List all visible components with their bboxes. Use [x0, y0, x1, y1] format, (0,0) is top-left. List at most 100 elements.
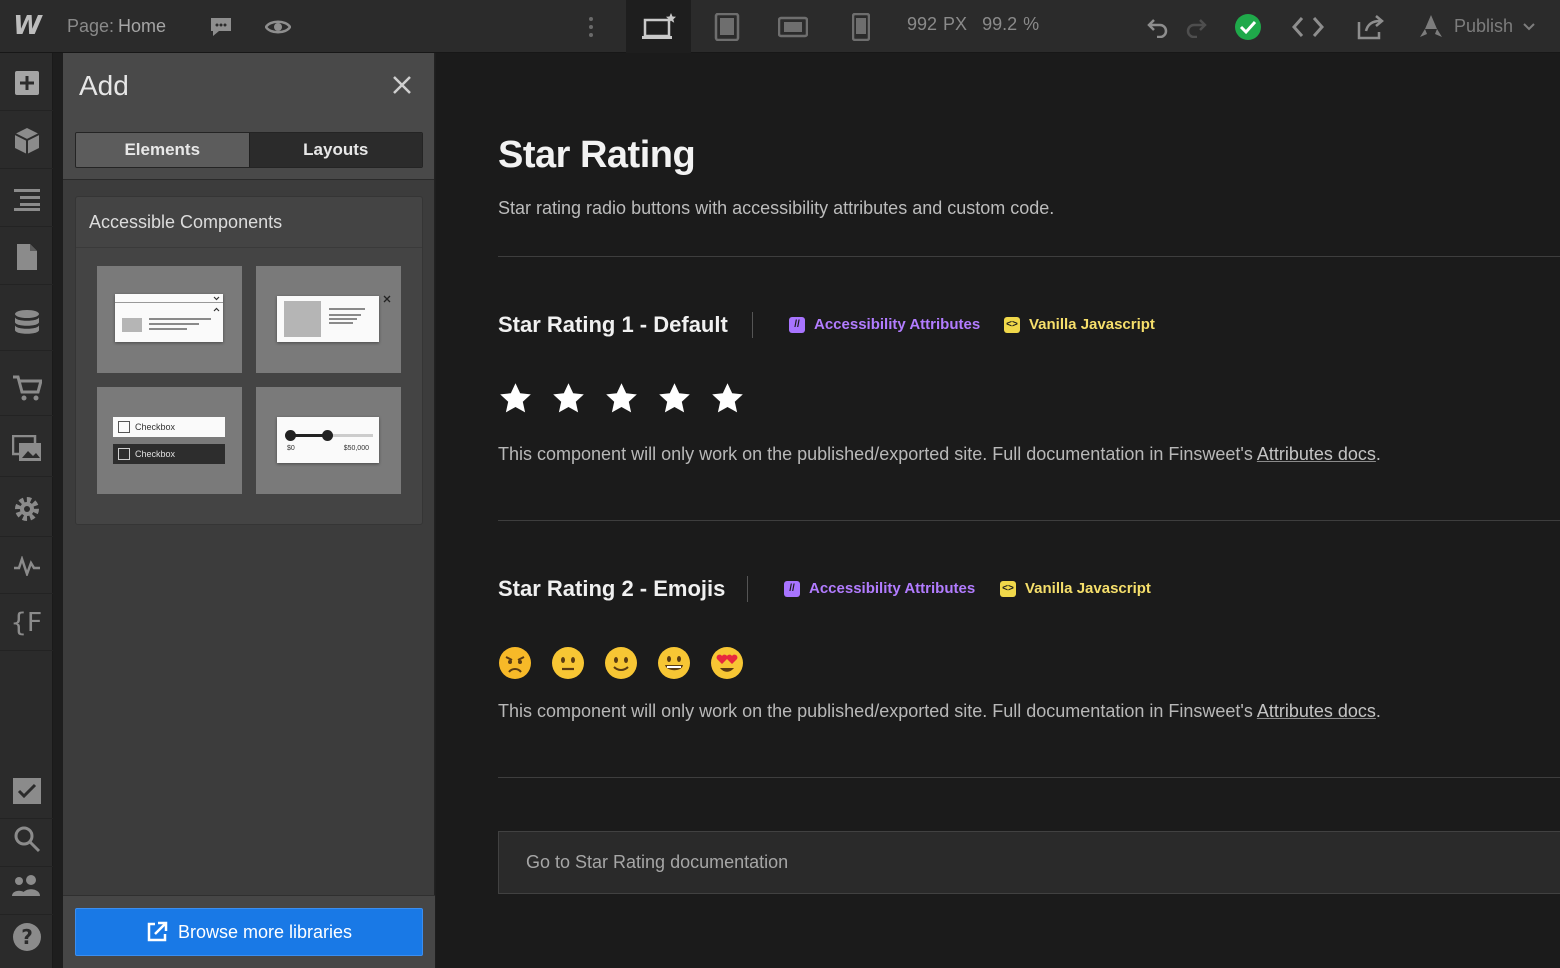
external-link-icon	[147, 921, 168, 942]
title-separator	[752, 312, 753, 338]
section-divider	[498, 520, 1560, 521]
accessibility-attributes-badge[interactable]: // Accessibility Attributes	[789, 316, 980, 333]
star-rating-2	[498, 646, 744, 680]
page-prefix: Page:	[67, 15, 115, 36]
checkbox-row-dark: Checkbox	[113, 444, 225, 464]
browse-label: Browse more libraries	[177, 921, 353, 942]
ecommerce-cart-icon[interactable]	[0, 360, 53, 416]
heart-eyes-emoji[interactable]	[710, 646, 744, 680]
desktop-star-icon[interactable]	[626, 0, 691, 53]
range-slider-component-tile[interactable]: $0 $50,000	[256, 387, 401, 494]
browse-libraries-button[interactable]: Browse more libraries	[75, 908, 423, 956]
attributes-icon: //	[789, 316, 805, 333]
slider-handle	[285, 430, 296, 441]
tab-layouts[interactable]: Layouts	[248, 133, 422, 167]
star-icon[interactable]	[551, 381, 586, 416]
page-selector[interactable]: Page: Home	[67, 16, 166, 37]
tab-elements[interactable]: Elements	[76, 133, 249, 167]
chevron-down-icon	[1523, 22, 1535, 30]
export-icon[interactable]	[1354, 0, 1388, 53]
component-note: This component will only work on the pub…	[498, 444, 1381, 464]
close-icon[interactable]	[390, 73, 414, 97]
attributes-icon: //	[784, 580, 800, 597]
finsweet-extension-icon[interactable]: {F	[0, 595, 53, 651]
svg-text:?: ?	[21, 925, 33, 949]
page-subtitle: Star rating radio buttons with accessibi…	[498, 198, 1055, 218]
section-divider	[498, 777, 1560, 778]
page-name: Home	[118, 15, 167, 36]
panel-title: Add	[79, 70, 129, 101]
star-rating-1	[498, 381, 745, 416]
canvas-size-readout[interactable]: 992 PX 99.2%	[907, 14, 1045, 35]
dropdown-preview	[115, 294, 223, 342]
slight-smile-emoji[interactable]	[604, 646, 638, 680]
navigator-icon[interactable]	[0, 171, 53, 227]
users-icon[interactable]	[0, 859, 53, 915]
help-icon[interactable]: ?	[0, 909, 53, 965]
code-icon[interactable]	[1290, 0, 1326, 53]
star-icon[interactable]	[710, 381, 745, 416]
mobile-landscape-icon[interactable]	[774, 0, 812, 53]
undo-icon[interactable]	[1143, 0, 1173, 53]
add-icon[interactable]	[0, 55, 53, 111]
grin-emoji[interactable]	[657, 646, 691, 680]
library-title: Accessible Components	[76, 197, 422, 248]
attributes-docs-link[interactable]: Attributes docs	[1257, 701, 1376, 721]
assets-images-icon[interactable]	[0, 421, 53, 477]
vanilla-javascript-badge[interactable]: <> Vanilla Javascript	[1000, 580, 1151, 597]
settings-gear-icon[interactable]	[0, 481, 53, 537]
dropdown-component-tile[interactable]	[97, 266, 242, 373]
components-cube-icon[interactable]	[0, 113, 53, 169]
redo-icon[interactable]	[1181, 0, 1211, 53]
chevron-up-icon	[213, 307, 220, 312]
section-title: Star Rating 1 - Default	[498, 312, 728, 337]
star-icon[interactable]	[657, 381, 692, 416]
activity-icon[interactable]	[0, 538, 53, 594]
image-placeholder-icon	[284, 301, 321, 337]
publish-label: Publish	[1454, 16, 1514, 36]
attributes-docs-link[interactable]: Attributes docs	[1257, 444, 1376, 464]
design-canvas[interactable]: Star Rating Star rating radio buttons wi…	[436, 53, 1560, 968]
angry-emoji[interactable]	[498, 646, 532, 680]
preview-eye-icon[interactable]	[262, 0, 294, 53]
section-divider	[498, 256, 1560, 257]
range-slider-preview: $0 $50,000	[277, 417, 379, 463]
webflow-logo[interactable]: W	[0, 0, 53, 53]
pages-icon[interactable]	[0, 229, 53, 285]
javascript-icon: <>	[1004, 316, 1020, 333]
star-rating-docs-button[interactable]: Go to Star Rating documentation	[498, 831, 1560, 894]
mobile-portrait-icon[interactable]	[846, 0, 876, 53]
close-icon	[383, 295, 391, 303]
star-icon[interactable]	[604, 381, 639, 416]
library-accessible-components: Accessible Components Checkbox Checkbox …	[75, 196, 423, 525]
modal-preview	[277, 295, 391, 342]
cms-database-icon[interactable]	[0, 295, 53, 351]
vanilla-javascript-badge[interactable]: <> Vanilla Javascript	[1004, 316, 1155, 333]
accessibility-attributes-badge[interactable]: // Accessibility Attributes	[784, 580, 975, 597]
section-title: Star Rating 2 - Emojis	[498, 576, 726, 601]
publish-button[interactable]: Publish	[1418, 0, 1535, 53]
width-unit: PX	[943, 14, 968, 34]
neutral-emoji[interactable]	[551, 646, 585, 680]
javascript-icon: <>	[1000, 580, 1016, 597]
title-separator	[747, 576, 748, 602]
tablet-icon[interactable]	[708, 0, 746, 53]
image-placeholder-icon	[122, 318, 142, 332]
chevron-down-icon	[213, 296, 220, 301]
left-toolbar: {F ?	[0, 53, 53, 968]
modal-component-tile[interactable]	[256, 266, 401, 373]
more-vertical-icon[interactable]	[580, 0, 602, 53]
page-title: Star Rating	[498, 134, 696, 176]
publish-rocket-icon	[1420, 14, 1442, 37]
checkbox-component-tile[interactable]: Checkbox Checkbox	[97, 387, 242, 494]
checkbox-icon	[118, 448, 130, 460]
star-icon[interactable]	[498, 381, 533, 416]
status-check-icon[interactable]	[1231, 0, 1265, 53]
zoom-unit: %	[1023, 14, 1040, 34]
add-panel-header: Add Elements Layouts	[63, 53, 434, 180]
checkbox-row-light: Checkbox	[113, 417, 225, 437]
slider-handle	[322, 430, 333, 441]
comment-icon[interactable]	[205, 0, 237, 53]
zoom-value: 99.2	[982, 14, 1018, 34]
add-panel: Add Elements Layouts Accessible Componen…	[63, 53, 435, 968]
